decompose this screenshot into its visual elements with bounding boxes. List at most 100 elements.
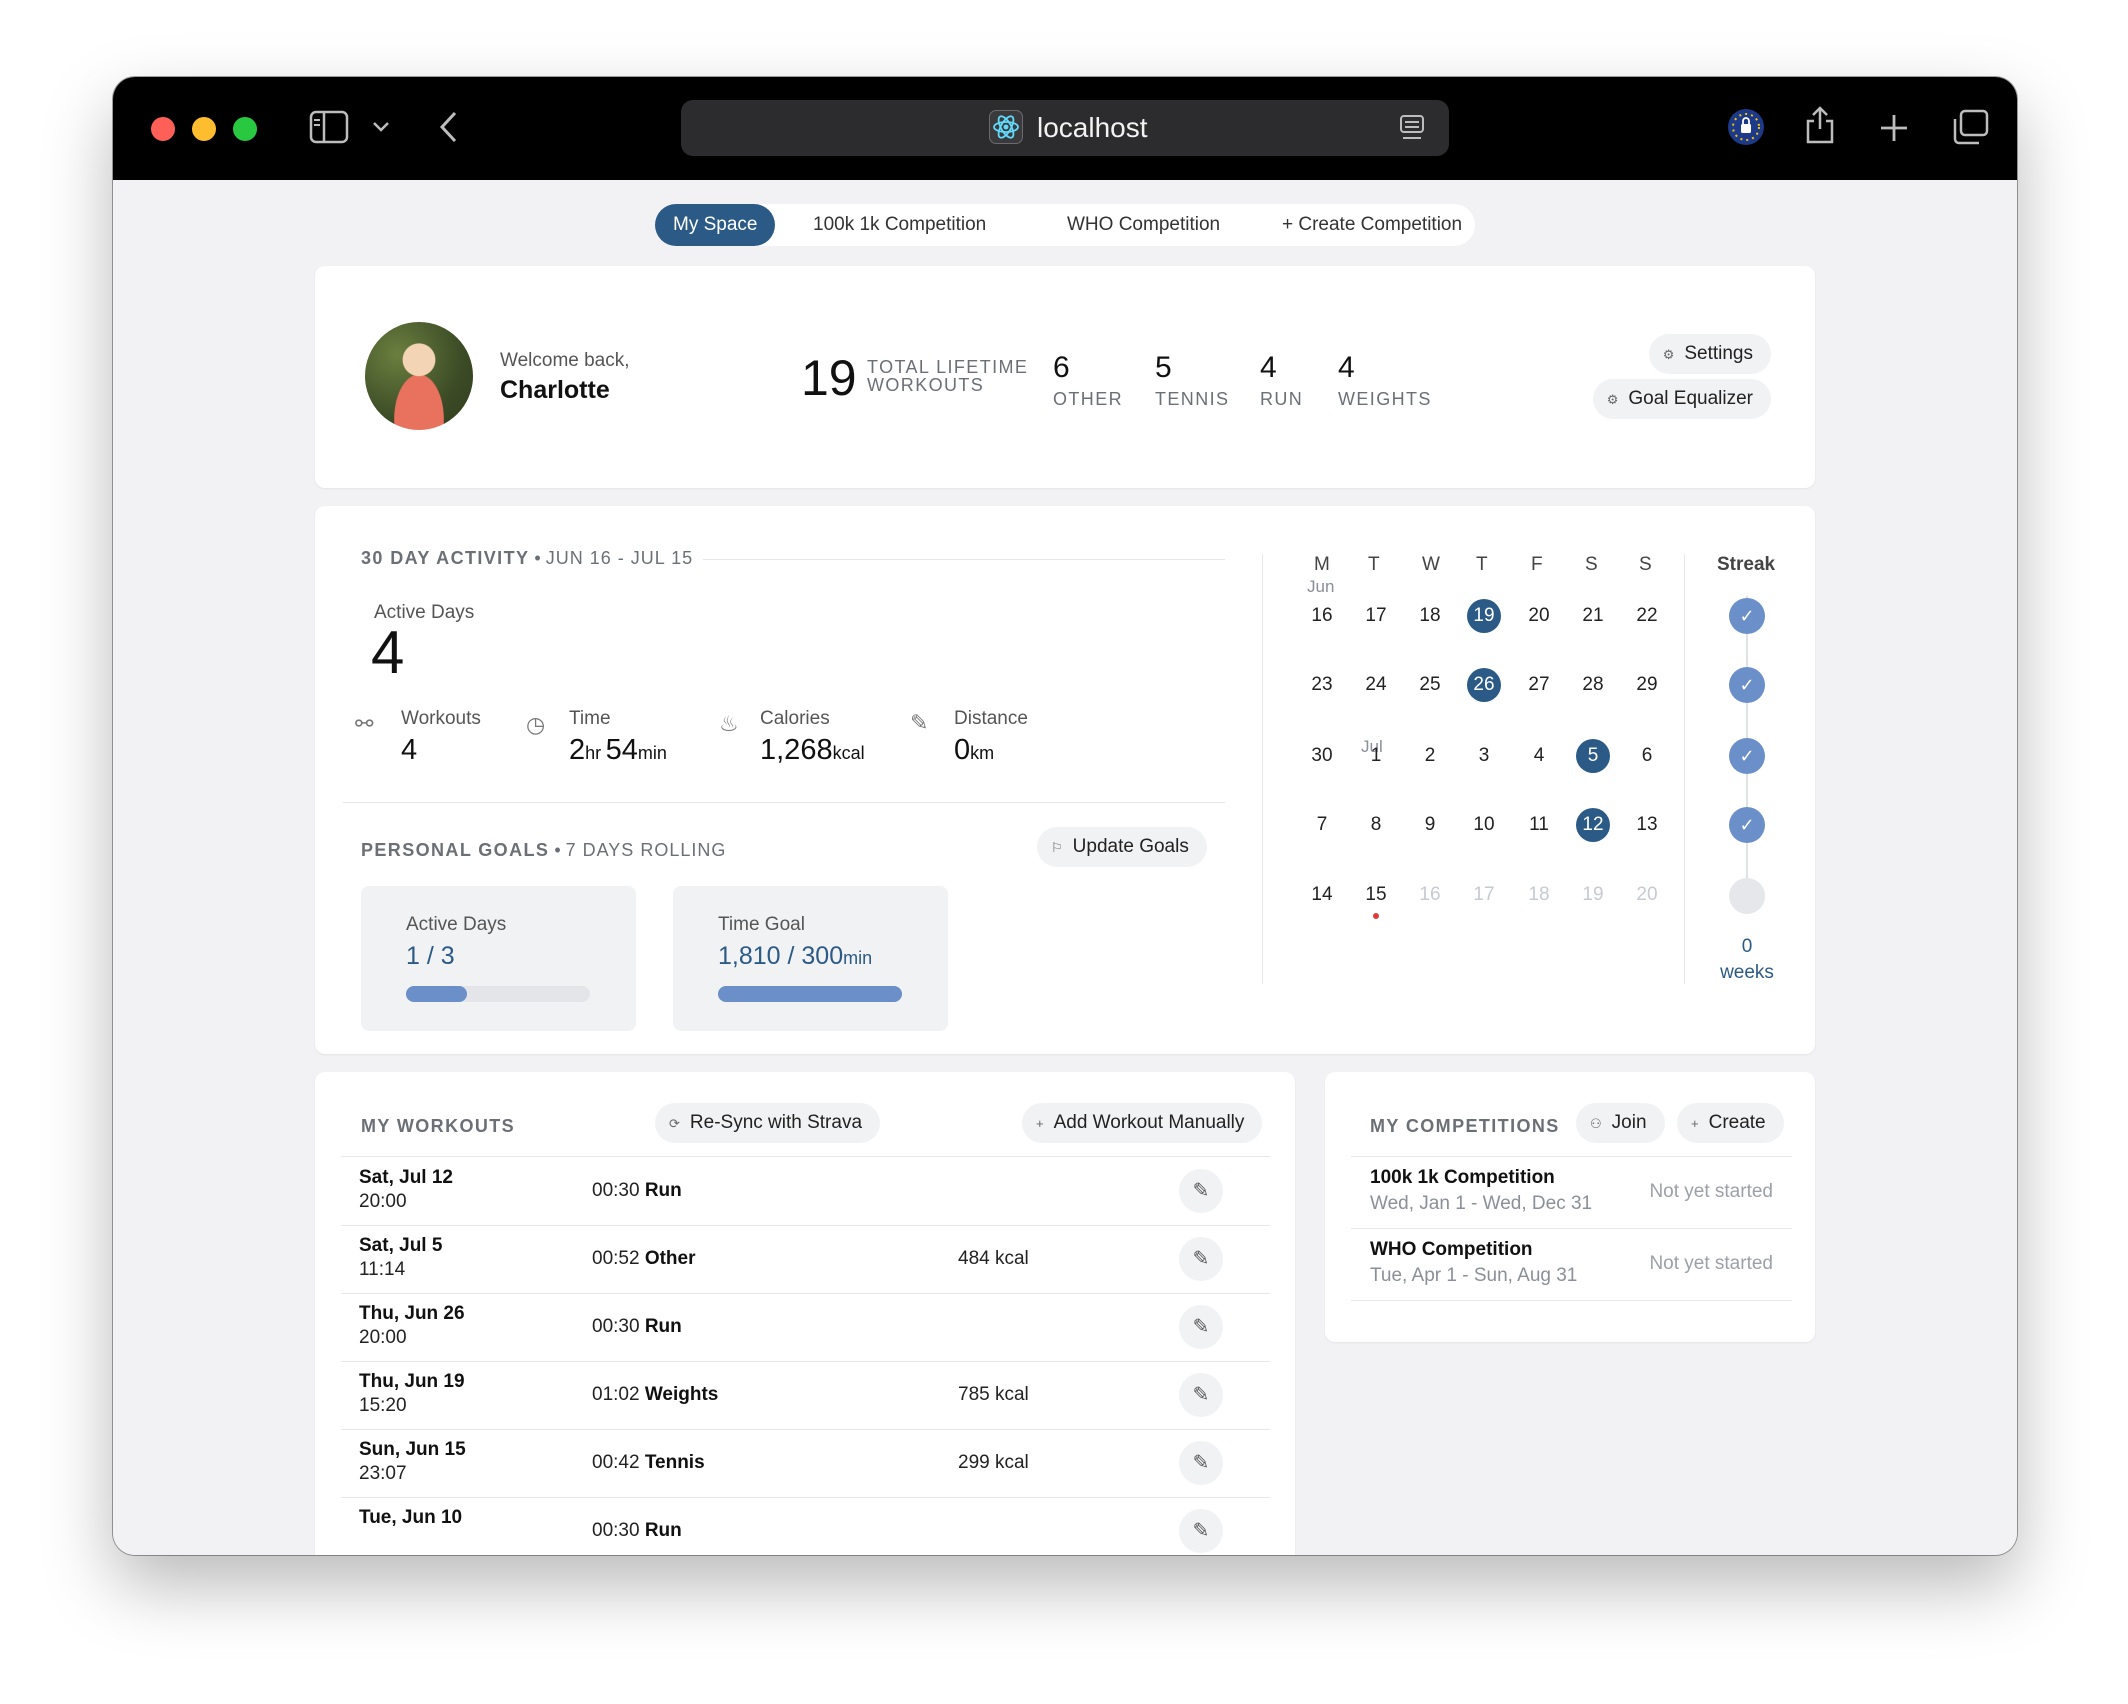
- calendar-day: 5: [1576, 739, 1610, 773]
- calendar-day: 29: [1636, 674, 1658, 695]
- competition-row[interactable]: 100k 1k Competition Wed, Jan 1 - Wed, Dec…: [1351, 1157, 1792, 1229]
- gear-icon: ⚙: [1662, 347, 1675, 362]
- chevron-down-icon[interactable]: [372, 121, 390, 133]
- join-label: Join: [1611, 1112, 1647, 1133]
- tab-who-competition[interactable]: WHO Competition: [1049, 204, 1238, 246]
- calendar-day: 18: [1528, 884, 1550, 905]
- url-text: localhost: [1037, 112, 1148, 143]
- settings-button[interactable]: ⚙ Settings: [1648, 334, 1771, 374]
- add-workout-button[interactable]: + Add Workout Manually: [1022, 1103, 1263, 1143]
- stat-value: 5: [1155, 351, 1172, 384]
- calendar-day: 9: [1424, 814, 1436, 835]
- stat-weights: 4 WEIGHTS: [1338, 351, 1432, 410]
- workout-date: Sat, Jul 12: [359, 1167, 453, 1188]
- workout-duration: 00:30: [592, 1316, 640, 1337]
- back-arrow-icon[interactable]: [439, 111, 459, 143]
- calendar-day: 23: [1311, 674, 1333, 695]
- calendar-day: 17: [1365, 605, 1387, 626]
- goal-equalizer-label: Goal Equalizer: [1628, 388, 1753, 409]
- edit-pencil-icon[interactable]: ✎: [1179, 1305, 1223, 1349]
- browser-toolbar: localhost: [113, 77, 2017, 180]
- create-competition-button[interactable]: + Create: [1677, 1103, 1784, 1143]
- page-content: My Space 100k 1k Competition WHO Competi…: [113, 180, 2017, 1555]
- calendar-day: 16: [1311, 605, 1333, 626]
- check-icon: ✓: [1729, 667, 1765, 703]
- streak-unit: weeks: [1720, 962, 1774, 983]
- workout-date: Thu, Jun 26: [359, 1303, 465, 1324]
- calendar-day: 20: [1636, 884, 1658, 905]
- tab-create-competition[interactable]: + Create Competition: [1264, 204, 1480, 246]
- edit-pencil-icon[interactable]: ✎: [1179, 1237, 1223, 1281]
- minimize-window-button[interactable]: [192, 117, 216, 141]
- edit-pencil-icon[interactable]: ✎: [1179, 1169, 1223, 1213]
- stat-label: RUN: [1260, 389, 1304, 409]
- workout-duration: 00:42: [592, 1452, 640, 1473]
- streak-empty-dot: [1729, 878, 1765, 914]
- workout-time: 15:20: [359, 1395, 407, 1416]
- extension-icon[interactable]: [1728, 109, 1764, 145]
- workout-date: Sat, Jul 5: [359, 1235, 443, 1256]
- maximize-window-button[interactable]: [233, 117, 257, 141]
- workout-type: Weights: [644, 1384, 719, 1405]
- workout-summary: 00:42 Tennis: [592, 1452, 705, 1474]
- resync-strava-button[interactable]: ⟳ Re-Sync with Strava: [655, 1103, 881, 1143]
- workout-row[interactable]: Tue, Jun 10 00:30 Run ✎: [341, 1497, 1270, 1555]
- stat-tennis: 5 TENNIS: [1155, 351, 1229, 410]
- join-competition-button[interactable]: ⚇ Join: [1576, 1103, 1665, 1143]
- workout-row[interactable]: Sat, Jul 5 11:14 00:52 Other 484 kcal ✎: [341, 1225, 1270, 1294]
- workouts-title: MY WORKOUTS: [361, 1116, 516, 1136]
- calendar-day: 16: [1419, 884, 1441, 905]
- reader-mode-icon[interactable]: [1399, 114, 1425, 142]
- edit-pencil-icon[interactable]: ✎: [1179, 1509, 1223, 1553]
- tab-my-space[interactable]: My Space: [655, 204, 776, 246]
- tab-100k-1k-competition[interactable]: 100k 1k Competition: [795, 204, 1004, 246]
- workout-date: Sun, Jun 15: [359, 1439, 466, 1460]
- total-label-line1: TOTAL LIFETIME: [867, 357, 1029, 377]
- workout-type: Run: [644, 1520, 682, 1541]
- share-icon[interactable]: [1804, 105, 1836, 145]
- check-icon: ✓: [1729, 738, 1765, 774]
- new-tab-icon[interactable]: [1879, 113, 1909, 143]
- workout-row[interactable]: Sat, Jul 12 20:00 00:30 Run ✎: [341, 1157, 1270, 1226]
- calendar-day: 26: [1467, 668, 1501, 702]
- calendar-day: 28: [1582, 674, 1604, 695]
- weekday-header: W: [1422, 554, 1440, 575]
- competitions-title: MY COMPETITIONS: [1370, 1116, 1560, 1136]
- close-window-button[interactable]: [151, 117, 175, 141]
- tab-overview-icon[interactable]: [1951, 109, 1989, 145]
- workout-row[interactable]: Thu, Jun 19 15:20 01:02 Weights 785 kcal ✎: [341, 1361, 1270, 1430]
- workout-duration: 01:02: [592, 1384, 640, 1405]
- calendar-day: 15: [1365, 884, 1387, 905]
- weekday-header: F: [1531, 554, 1543, 575]
- competition-tabs: My Space 100k 1k Competition WHO Competi…: [655, 204, 1475, 246]
- competitions-card: MY COMPETITIONS ⚇ Join + Create 100k 1k Co…: [1325, 1072, 1815, 1342]
- competition-row[interactable]: WHO Competition Tue, Apr 1 - Sun, Aug 31 N…: [1351, 1229, 1792, 1301]
- settings-label: Settings: [1684, 343, 1753, 364]
- workout-time: 20:00: [359, 1191, 407, 1212]
- edit-pencil-icon[interactable]: ✎: [1179, 1441, 1223, 1485]
- weekday-header: S: [1585, 554, 1598, 575]
- welcome-text: Welcome back,: [500, 350, 630, 371]
- address-bar[interactable]: localhost: [681, 100, 1449, 156]
- sidebar-toggle-icon[interactable]: [309, 110, 349, 144]
- user-name: Charlotte: [500, 376, 610, 404]
- resync-label: Re-Sync with Strava: [689, 1112, 863, 1133]
- workout-kcal: 299 kcal: [958, 1452, 1029, 1473]
- calendar-day: 18: [1419, 605, 1441, 626]
- stat-value: 4: [1338, 351, 1355, 384]
- workout-row[interactable]: Thu, Jun 26 20:00 00:30 Run ✎: [341, 1293, 1270, 1362]
- workout-time: 11:14: [359, 1259, 406, 1280]
- edit-pencil-icon[interactable]: ✎: [1179, 1373, 1223, 1417]
- calendar-day: 19: [1467, 599, 1501, 633]
- goal-equalizer-button[interactable]: ⚙ Goal Equalizer: [1592, 379, 1771, 419]
- workout-type: Run: [644, 1180, 682, 1201]
- total-workouts-count: 19: [801, 350, 857, 406]
- stat-value: 4: [1260, 351, 1277, 384]
- today-indicator: [1373, 913, 1379, 919]
- stat-value: 6: [1053, 351, 1070, 384]
- workout-time: 23:07: [359, 1463, 407, 1484]
- workout-kcal: 785 kcal: [958, 1384, 1029, 1405]
- check-icon: ✓: [1729, 598, 1765, 634]
- workout-row[interactable]: Sun, Jun 15 23:07 00:42 Tennis 299 kcal ✎: [341, 1429, 1270, 1498]
- activity-card: 30 DAY ACTIVITY • JUN 16 - JUL 15 Active…: [315, 506, 1815, 1054]
